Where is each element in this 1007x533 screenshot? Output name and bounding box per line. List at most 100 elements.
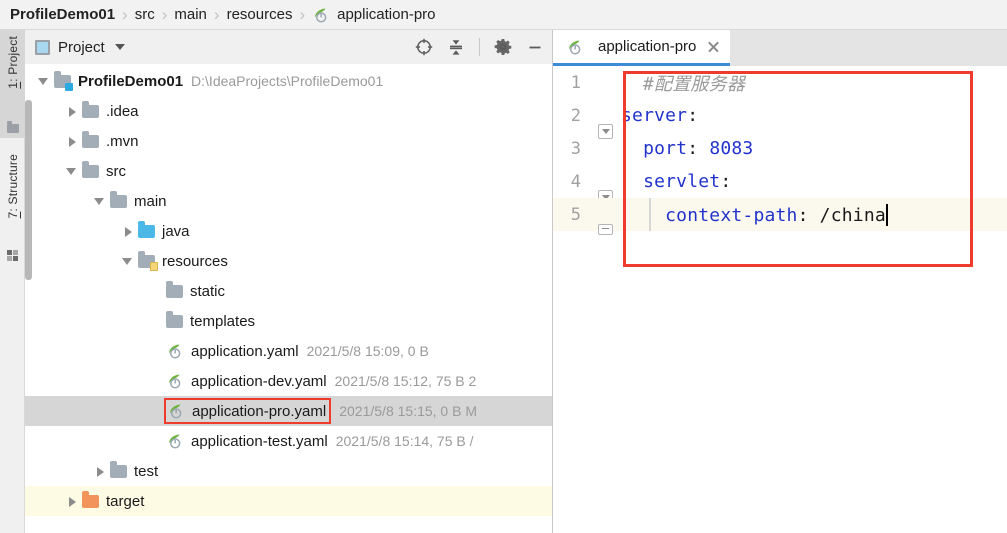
tree-row[interactable]: .idea bbox=[25, 96, 552, 126]
editor-tab-bar: application-pro bbox=[553, 30, 1007, 66]
editor-tab-application-pro[interactable]: application-pro bbox=[553, 30, 731, 66]
folder-icon bbox=[82, 160, 99, 178]
tree-row-label: .mvn bbox=[106, 132, 139, 150]
workspace: 1: Project 7: Structure Project ProfileD… bbox=[0, 30, 1007, 533]
breadcrumb-item[interactable]: src bbox=[135, 6, 155, 23]
code-line[interactable]: 2 server: bbox=[553, 99, 1007, 139]
locate-target-icon[interactable] bbox=[415, 38, 433, 56]
code-editor[interactable]: 1 #配置服务器 2 server: 3 port: 8083 4 servlet: 5 c… bbox=[553, 66, 1007, 533]
chevron-right-icon[interactable] bbox=[65, 494, 79, 508]
text-caret bbox=[885, 203, 888, 226]
tree-row-label: application.yaml bbox=[191, 342, 299, 360]
chevron-right-icon[interactable] bbox=[65, 134, 79, 148]
code-line[interactable]: 4 servlet: bbox=[553, 165, 1007, 205]
project-tree[interactable]: ProfileDemo01 D:\IdeaProjects\ProfileDemo… bbox=[25, 64, 552, 533]
code-text: port: 8083 bbox=[621, 138, 1007, 159]
tree-row[interactable]: application.yaml 2021/5/8 15:09, 0 B bbox=[25, 336, 552, 366]
editor-area: application-pro 1 #配置服务器 2 server: 3 port: 8… bbox=[553, 30, 1007, 533]
code-token: context-path bbox=[621, 204, 798, 226]
tool-button-structure[interactable]: 7: Structure bbox=[0, 148, 25, 266]
tree-row[interactable]: application-test.yaml 2021/5/8 15:14, 75 … bbox=[25, 426, 552, 456]
code-line[interactable]: 3 port: 8083 bbox=[553, 132, 1007, 165]
spring-yaml-icon bbox=[167, 403, 186, 419]
code-token: : bbox=[720, 171, 732, 192]
tree-row-label: main bbox=[134, 192, 167, 210]
tree-row-label: .idea bbox=[106, 102, 139, 120]
folder-icon bbox=[82, 100, 99, 118]
minimize-icon[interactable] bbox=[526, 38, 544, 56]
tree-row[interactable]: templates bbox=[25, 306, 552, 336]
tree-row[interactable]: resources bbox=[25, 246, 552, 276]
tool-window-strip: 1: Project 7: Structure bbox=[0, 30, 25, 533]
spring-yaml-icon bbox=[312, 7, 331, 23]
tree-row[interactable]: static bbox=[25, 276, 552, 306]
tree-row-content: src bbox=[82, 160, 126, 180]
breadcrumb-separator: › bbox=[122, 4, 128, 24]
tree-row[interactable]: target bbox=[25, 486, 552, 516]
chevron-right-icon[interactable] bbox=[93, 464, 107, 478]
breadcrumb-item[interactable]: main bbox=[174, 6, 207, 23]
fold-end-icon[interactable] bbox=[598, 223, 613, 235]
chevron-down-icon[interactable] bbox=[114, 44, 125, 50]
chevron-down-icon[interactable] bbox=[121, 254, 135, 268]
folder-icon bbox=[110, 190, 127, 208]
folder-module-icon bbox=[54, 70, 73, 91]
code-token: port bbox=[621, 138, 688, 159]
chevron-down-icon[interactable] bbox=[93, 194, 107, 208]
indent-guide bbox=[649, 198, 651, 231]
breadcrumb-separator: › bbox=[213, 4, 220, 24]
tree-row-content: static bbox=[166, 280, 226, 300]
tree-row[interactable]: test bbox=[25, 456, 552, 486]
tree-row-meta: 2021/5/8 15:09, 0 B bbox=[306, 343, 429, 359]
folder-orange-icon bbox=[82, 490, 99, 508]
tool-button-project[interactable]: 1: Project bbox=[0, 30, 25, 138]
chevron-down-icon[interactable] bbox=[37, 74, 51, 88]
code-line[interactable]: 5 context-path: /china bbox=[553, 198, 1007, 235]
close-icon[interactable] bbox=[707, 40, 720, 53]
editor-tab-label: application-pro bbox=[598, 38, 697, 55]
breadcrumb-separator: › bbox=[299, 4, 306, 24]
tree-row-content: target bbox=[82, 490, 144, 510]
tree-row-label: java bbox=[162, 222, 190, 240]
breadcrumb-item[interactable]: resources bbox=[227, 6, 293, 23]
code-token: servlet bbox=[621, 171, 721, 192]
tree-row-content: ProfileDemo01 bbox=[54, 70, 183, 91]
breadcrumb-separator: › bbox=[161, 4, 168, 24]
tree-row[interactable]: src bbox=[25, 156, 552, 186]
tree-row[interactable]: application-dev.yaml 2021/5/8 15:12, 75 B… bbox=[25, 366, 552, 396]
breadcrumb: ProfileDemo01 › src › main › resources › applica… bbox=[0, 0, 1007, 30]
collapse-all-icon[interactable] bbox=[447, 38, 465, 56]
spring-yaml-icon bbox=[166, 343, 185, 359]
tree-row-meta: 2021/5/8 15:15, 0 B M bbox=[339, 403, 477, 419]
line-number: 4 bbox=[570, 171, 581, 192]
tree-row-label: application-test.yaml bbox=[191, 432, 328, 450]
code-token: #配置服务器 bbox=[643, 73, 746, 95]
tree-row-content: .mvn bbox=[82, 130, 139, 150]
chevron-down-icon[interactable] bbox=[65, 164, 79, 178]
code-text: #配置服务器 bbox=[621, 70, 1007, 96]
tree-row-label: static bbox=[190, 282, 226, 300]
breadcrumb-item[interactable]: ProfileDemo01 bbox=[10, 6, 115, 23]
tree-row[interactable]: java bbox=[25, 216, 552, 246]
spring-yaml-icon bbox=[166, 373, 185, 389]
tree-row-meta: D:\IdeaProjects\ProfileDemo01 bbox=[191, 73, 384, 89]
tree-row[interactable]: ProfileDemo01 D:\IdeaProjects\ProfileDemo… bbox=[25, 66, 552, 96]
tree-row-content: .idea bbox=[82, 100, 139, 120]
tree-row[interactable]: main bbox=[25, 186, 552, 216]
tree-row-content: resources bbox=[138, 250, 228, 271]
tree-row-content: templates bbox=[166, 310, 255, 330]
folder-icon bbox=[110, 460, 127, 478]
tree-arrow-placeholder bbox=[149, 374, 163, 388]
chevron-right-icon[interactable] bbox=[65, 104, 79, 118]
code-token: : bbox=[687, 138, 710, 159]
gear-icon[interactable] bbox=[494, 38, 512, 56]
tree-row[interactable]: .mvn bbox=[25, 126, 552, 156]
chevron-right-icon[interactable] bbox=[121, 224, 135, 238]
project-panel-toolbar bbox=[415, 38, 544, 56]
tree-arrow-placeholder bbox=[149, 344, 163, 358]
code-line[interactable]: 1 #配置服务器 bbox=[553, 66, 1007, 99]
tree-row[interactable]: application-pro.yaml 2021/5/8 15:15, 0 B … bbox=[25, 396, 552, 426]
breadcrumb-item[interactable]: application-pro bbox=[337, 6, 435, 23]
project-panel-title-group[interactable]: Project bbox=[35, 39, 125, 56]
tree-row-content: application-dev.yaml bbox=[166, 373, 327, 390]
